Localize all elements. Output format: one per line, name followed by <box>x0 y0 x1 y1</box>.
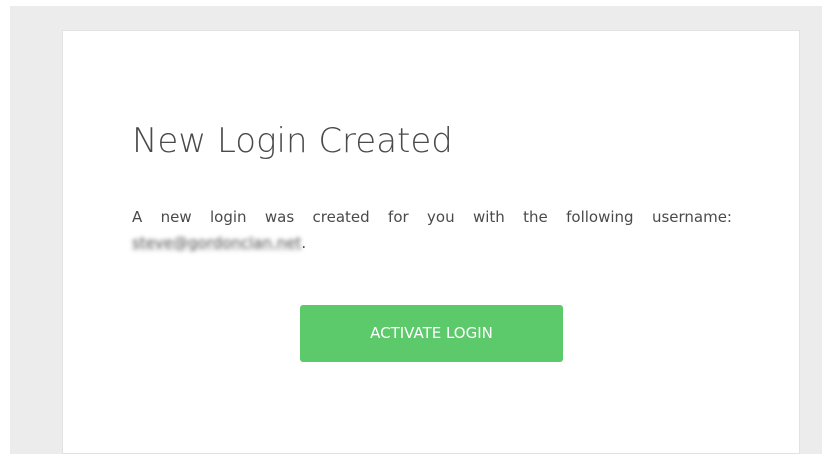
email-background: New Login Created A new login was create… <box>10 6 822 454</box>
card-message: A new login was created for you with the… <box>132 204 732 256</box>
card-title: New Login Created <box>132 121 453 161</box>
message-text: A new login was created for you with the… <box>132 208 732 226</box>
message-card: New Login Created A new login was create… <box>62 30 800 454</box>
username-link[interactable]: steve@gordonclan.net <box>132 234 301 252</box>
activate-login-button[interactable]: ACTIVATE LOGIN <box>300 305 563 362</box>
message-period: . <box>301 234 307 252</box>
